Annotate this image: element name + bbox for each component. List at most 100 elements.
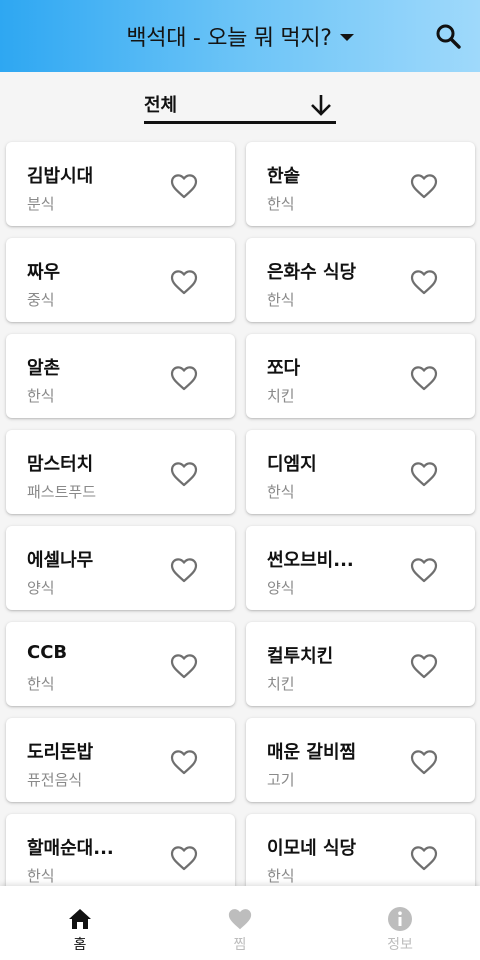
filter-bar: 전체 [0,72,480,134]
title-dropdown[interactable]: 백석대 - 오늘 뭐 먹지? [126,20,354,52]
restaurant-name: 할매순대... [27,838,114,859]
heart-outline-icon [170,462,198,487]
restaurant-card[interactable]: 썬오브비... 양식 [246,526,475,610]
restaurant-name: 쪼다 [267,358,301,379]
favorite-button[interactable] [410,269,438,295]
restaurant-category: 한식 [267,195,295,213]
restaurant-category: 한식 [267,483,295,501]
restaurant-card[interactable]: 도리돈밥퓨전음식 [6,718,235,802]
info-icon [387,906,413,932]
restaurant-category: 패스트푸드 [27,483,97,501]
restaurant-category: 중식 [27,291,55,309]
favorite-button[interactable] [410,749,438,775]
heart-outline-icon [170,366,198,391]
favorite-button[interactable] [410,845,438,871]
nav-item[interactable]: 정보 [320,886,480,960]
restaurant-card[interactable]: CCB 한식 [6,622,235,706]
nav-label: 정보 [387,937,413,953]
restaurant-name: 짜우 [27,262,61,283]
restaurant-name: 한솥 [267,166,301,187]
restaurant-category: 퓨전음식 [27,771,83,789]
category-filter-dropdown[interactable]: 전체 [144,88,336,124]
favorite-button[interactable] [170,269,198,295]
restaurant-name: 은화수 식당 [267,262,357,283]
restaurant-name: 컬투치킨 [267,646,334,667]
heart-outline-icon [410,462,438,487]
restaurant-card[interactable]: 에셀나무양식 [6,526,235,610]
favorite-button[interactable] [170,173,198,199]
heart-outline-icon [410,366,438,391]
favorite-button[interactable] [410,557,438,583]
favorite-button[interactable] [410,653,438,679]
favorite-button[interactable] [410,365,438,391]
search-button[interactable] [434,22,462,50]
restaurant-name: 알촌 [27,358,61,379]
restaurant-card[interactable]: 김밥시대분식 [6,142,235,226]
restaurant-category: 한식 [27,867,55,885]
restaurant-category: 분식 [27,195,55,213]
restaurant-card[interactable]: 이모네 식당 한식 [246,814,475,886]
heart-outline-icon [170,558,198,583]
restaurant-card[interactable]: 매운 갈비찜고기 [246,718,475,802]
heart-outline-icon [170,846,198,871]
heart-icon [227,906,253,932]
heart-outline-icon [410,750,438,775]
restaurant-name: 썬오브비... [267,550,354,571]
restaurant-category: 양식 [27,579,55,597]
restaurant-card[interactable]: 맘스터치패스트푸드 [6,430,235,514]
favorite-button[interactable] [170,749,198,775]
heart-outline-icon [410,558,438,583]
app-title: 백석대 - 오늘 뭐 먹지? [126,26,332,51]
restaurant-card[interactable]: 쪼다치킨 [246,334,475,418]
favorite-button[interactable] [170,365,198,391]
restaurant-category: 고기 [267,771,295,789]
heart-outline-icon [410,654,438,679]
restaurant-card[interactable]: 한솥한식 [246,142,475,226]
restaurant-category: 치킨 [267,675,295,693]
restaurant-card[interactable]: 디엠지한식 [246,430,475,514]
restaurant-card[interactable]: 짜우중식 [6,238,235,322]
restaurant-name: 매운 갈비찜 [267,742,357,763]
heart-outline-icon [410,846,438,871]
restaurant-card[interactable]: 은화수 식당한식 [246,238,475,322]
restaurant-category: 치킨 [267,387,295,405]
restaurant-category: 한식 [267,291,295,309]
heart-outline-icon [410,270,438,295]
restaurant-card[interactable]: 알촌한식 [6,334,235,418]
heart-outline-icon [410,174,438,199]
restaurant-name: 도리돈밥 [27,742,94,763]
caret-down-icon [339,34,354,41]
nav-item[interactable]: 찜 [160,886,320,960]
restaurant-name: 에셀나무 [27,550,94,571]
restaurant-category: 양식 [267,579,295,597]
favorite-button[interactable] [170,461,198,487]
favorite-button[interactable] [410,461,438,487]
nav-label: 찜 [233,937,247,953]
restaurant-name: 맘스터치 [27,454,94,475]
bottom-navigation: 홈 찜 정보 [0,886,480,960]
restaurant-category: 한식 [267,867,295,885]
heart-outline-icon [170,174,198,199]
nav-item[interactable]: 홈 [0,886,160,960]
favorite-button[interactable] [170,845,198,871]
nav-label: 홈 [73,937,87,953]
favorite-button[interactable] [410,173,438,199]
restaurant-grid: 김밥시대 분식 한솥 한식 짜우 중식 은화수 식당 한식 알촌 한식 쪼다 치킨 맘스터치 패스트푸드 디… [0,134,480,886]
restaurant-name: 김밥시대 [27,166,94,187]
app-root: 백석대 - 오늘 뭐 먹지? 전체 김밥시대 분식 한솥 한식 짜우 중식 은화수 식당 한식… [0,0,480,960]
home-icon [67,906,93,932]
favorite-button[interactable] [170,557,198,583]
favorite-button[interactable] [170,653,198,679]
filter-label: 전체 [144,95,178,116]
heart-outline-icon [170,654,198,679]
restaurant-category: 한식 [27,675,55,693]
heart-outline-icon [170,750,198,775]
restaurant-card[interactable]: 할매순대... 한식 [6,814,235,886]
search-icon [436,24,461,49]
restaurant-name: CCB [27,642,68,663]
arrow-down-icon [311,95,331,116]
heart-outline-icon [170,270,198,295]
restaurant-category: 한식 [27,387,55,405]
restaurant-card[interactable]: 컬투치킨치킨 [246,622,475,706]
restaurant-name: 디엠지 [267,454,317,475]
